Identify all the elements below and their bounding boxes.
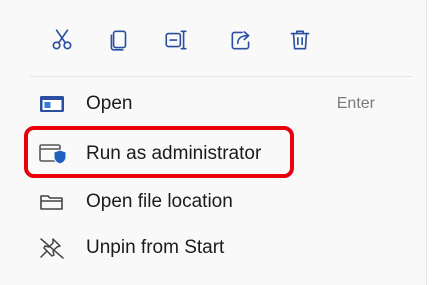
menu-item-open[interactable]: Open Enter — [30, 84, 410, 124]
menu-item-label: Open — [86, 93, 133, 114]
menu-divider — [30, 76, 412, 77]
menu-item-label: Unpin from Start — [86, 237, 225, 258]
unpin-icon — [38, 234, 70, 262]
share-button[interactable] — [221, 22, 261, 58]
copy-icon — [110, 30, 127, 51]
scissors-icon — [52, 29, 72, 50]
folder-icon — [38, 188, 70, 216]
menu-item-shortcut: Enter — [336, 95, 375, 112]
menu-item-open-file-location[interactable]: Open file location — [30, 182, 410, 222]
open-app-icon — [38, 90, 70, 118]
delete-button[interactable] — [280, 22, 320, 58]
cut-button[interactable] — [42, 22, 82, 58]
copy-button[interactable] — [99, 22, 139, 58]
context-menu-toolbar — [0, 0, 426, 78]
context-menu: Open Enter Run as administrator Open fil… — [0, 0, 427, 285]
trash-icon — [290, 30, 310, 50]
menu-item-label: Open file location — [86, 191, 233, 212]
rename-button[interactable] — [156, 22, 196, 58]
menu-item-unpin-from-start[interactable]: Unpin from Start — [30, 228, 410, 268]
share-icon — [231, 31, 250, 50]
highlight-box — [24, 126, 294, 178]
rename-icon — [165, 30, 187, 50]
